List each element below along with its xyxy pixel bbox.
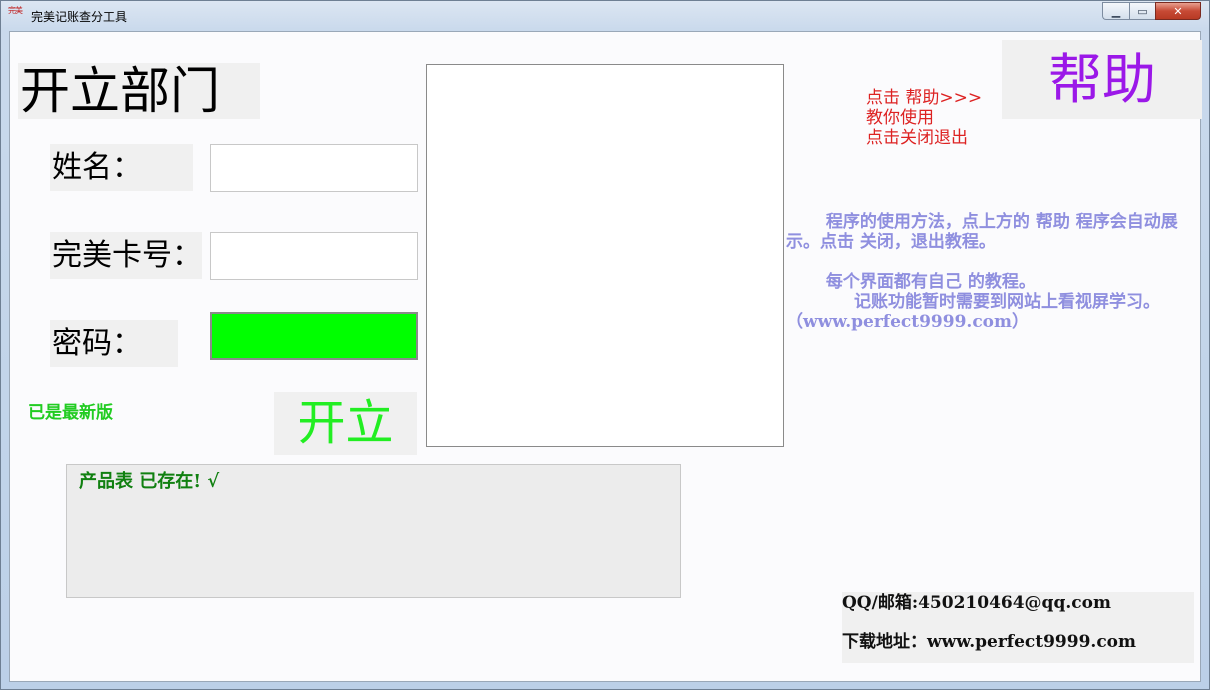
maximize-button[interactable]: ▭ (1129, 2, 1155, 20)
open-department-button[interactable]: 开立 (274, 392, 417, 455)
name-input[interactable] (210, 144, 418, 192)
help-hint: 点击 帮助>>> 教你使用 点击关闭退出 (866, 88, 982, 148)
close-button[interactable]: ✕ (1155, 2, 1201, 20)
app-window: 完美 完美记账查分工具 ▁ ▭ ✕ 开立部门 姓名： 完美卡号： 密码： 已是最… (0, 0, 1210, 690)
image-panel (426, 64, 784, 447)
password-input[interactable] (210, 312, 418, 360)
help-hint-line: 点击 帮助>>> (866, 88, 983, 108)
name-label: 姓名： (50, 144, 193, 191)
help-button[interactable]: 帮助 (1002, 40, 1202, 119)
card-number-input[interactable] (210, 232, 418, 280)
title-bar[interactable]: 完美 完美记账查分工具 ▁ ▭ ✕ (1, 1, 1209, 30)
minimize-button[interactable]: ▁ (1102, 2, 1129, 20)
instructions-text: 程序的使用方法，点上方的 帮助 程序会自动展示。点击 关闭，退出教程。 每个界面… (786, 212, 1202, 332)
log-text: 产品表 已存在! √ (79, 471, 220, 492)
instructions-paragraph: 记账功能暂时需要到网站上看视屏学习。（www.perfect9999.com） (786, 292, 1160, 332)
instructions-paragraph: 程序的使用方法，点上方的 帮助 程序会自动展示。点击 关闭，退出教程。 (786, 212, 1178, 252)
password-label: 密码： (50, 320, 178, 367)
client-area: 开立部门 姓名： 完美卡号： 密码： 已是最新版 开立 产品表 已存在! √ 点… (9, 31, 1202, 682)
contact-info: QQ/邮箱:450210464@qq.com 下载地址：www.perfect9… (842, 592, 1194, 663)
page-title: 开立部门 (18, 63, 260, 119)
help-hint-line: 点击关闭退出 (866, 128, 968, 148)
maximize-icon: ▭ (1137, 4, 1148, 18)
download-url-text[interactable]: 下载地址：www.perfect9999.com (842, 631, 1136, 653)
help-hint-line: 教你使用 (866, 108, 934, 128)
card-number-label: 完美卡号： (50, 232, 202, 279)
qq-email-text: QQ/邮箱:450210464@qq.com (842, 593, 1111, 613)
close-icon: ✕ (1173, 4, 1183, 18)
minimize-icon: ▁ (1111, 4, 1121, 18)
window-controls: ▁ ▭ ✕ (1102, 2, 1201, 21)
instructions-paragraph: 每个界面都有自己 的教程。 (786, 272, 1036, 292)
log-output: 产品表 已存在! √ (66, 464, 681, 598)
version-status: 已是最新版 (28, 403, 113, 423)
window-title: 完美记账查分工具 (31, 10, 128, 24)
app-logo-icon: 完美 (8, 6, 23, 15)
